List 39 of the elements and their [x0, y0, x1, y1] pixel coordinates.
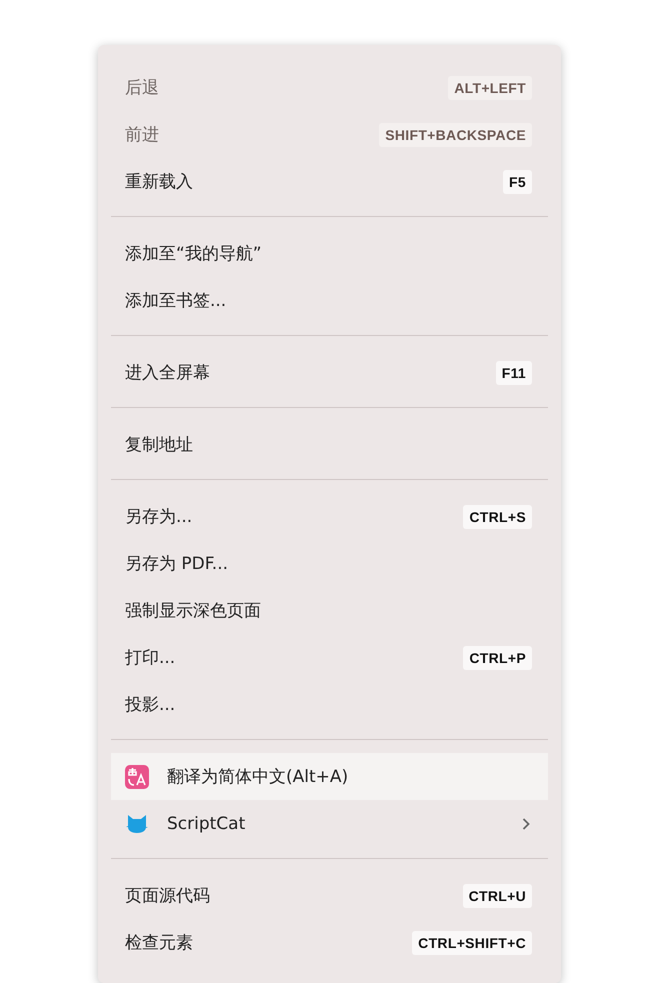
shortcut-key: ALT+LEFT	[448, 76, 532, 100]
menu-item-label: 检查元素	[125, 932, 194, 954]
menu-item[interactable]: 复制地址	[111, 421, 548, 468]
menu-item[interactable]: 检查元素 CTRL+SHIFT+C	[111, 919, 548, 966]
shortcut-key: CTRL+P	[463, 646, 532, 670]
menu-item-label: 添加至“我的导航”	[125, 243, 263, 265]
menu-item[interactable]: 另存为... CTRL+S	[111, 493, 548, 540]
menu-item-label: 进入全屏幕	[125, 362, 211, 384]
menu-item[interactable]: 页面源代码 CTRL+U	[111, 872, 548, 919]
menu-item-label: ScriptCat	[167, 814, 246, 834]
menu-item[interactable]: 添加至“我的导航”	[111, 230, 548, 277]
menu-item-label: 重新载入	[125, 171, 194, 193]
menu-item[interactable]: 强制显示深色页面	[111, 587, 548, 634]
translate-icon	[125, 764, 149, 788]
menu-item[interactable]: 进入全屏幕 F11	[111, 349, 548, 396]
menu-item[interactable]: 另存为 PDF...	[111, 540, 548, 587]
shortcut-key: CTRL+S	[463, 504, 532, 528]
menu-item-label: 前进	[125, 124, 160, 146]
menu-item-label: 后退	[125, 77, 160, 99]
menu-item[interactable]: 添加至书签...	[111, 277, 548, 324]
shortcut-key: SHIFT+BACKSPACE	[379, 122, 532, 146]
menu-item[interactable]: 投影...	[111, 681, 548, 728]
menu-item-label: 另存为...	[125, 506, 194, 528]
menu-item-label: 添加至书签...	[125, 290, 228, 312]
menu-item-label: 强制显示深色页面	[125, 600, 262, 622]
menu-item-label: 另存为 PDF...	[125, 553, 230, 575]
menu-item-label: 复制地址	[125, 434, 194, 456]
menu-item-label: 打印...	[125, 647, 176, 669]
shortcut-key: CTRL+U	[462, 884, 532, 908]
menu-item-label: 页面源代码	[125, 885, 211, 907]
shortcut-key: F5	[503, 170, 532, 194]
menu-item-label: 翻译为简体中文(Alt+A)	[167, 766, 350, 788]
menu-item[interactable]: 翻译为简体中文(Alt+A)	[111, 753, 548, 800]
menu-item[interactable]: ScriptCat	[111, 800, 548, 847]
menu-item[interactable]: 重新载入 F5	[111, 158, 548, 205]
shortcut-key: CTRL+SHIFT+C	[412, 930, 532, 954]
menu-item[interactable]: 打印... CTRL+P	[111, 634, 548, 681]
shortcut-key: F11	[496, 360, 532, 384]
menu-item-label: 投影...	[125, 694, 176, 716]
